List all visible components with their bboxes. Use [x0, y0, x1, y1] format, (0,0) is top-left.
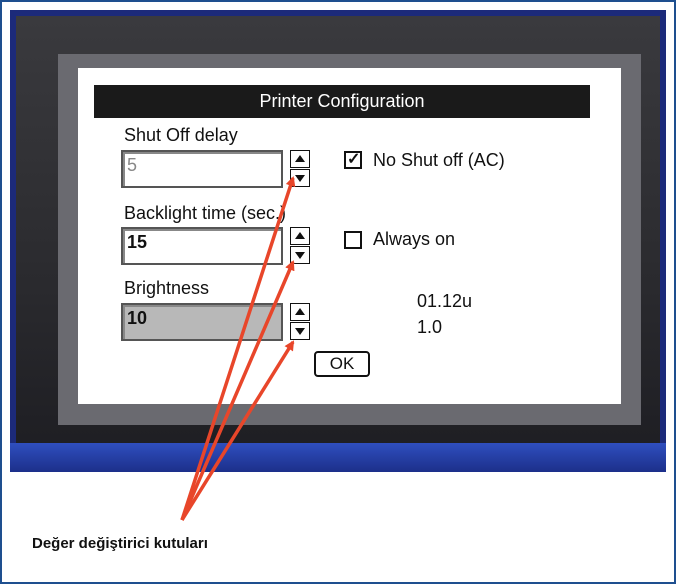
caption: Değer değiştirici kutuları [32, 535, 208, 552]
callout-arrows [180, 176, 296, 521]
callout-arrow-backlight [180, 260, 295, 521]
callout-arrow-brightness [180, 340, 295, 521]
callout-arrow-shutoff [180, 176, 296, 521]
